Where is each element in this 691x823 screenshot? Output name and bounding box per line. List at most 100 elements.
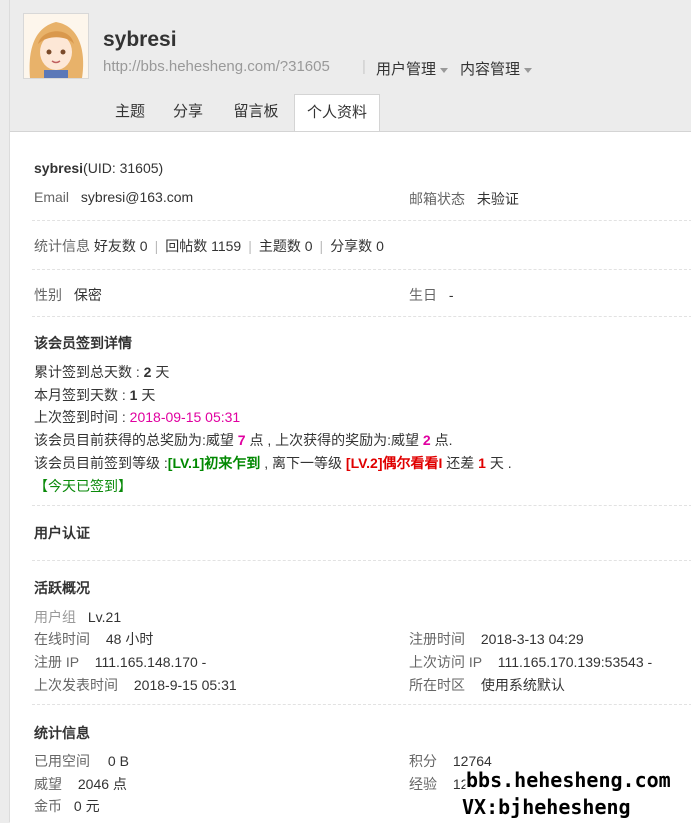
avatar[interactable] xyxy=(23,13,89,79)
prestige-value: 2046 点 xyxy=(77,776,127,792)
timezone-label: 所在时区 xyxy=(409,677,465,693)
mail-status-label: 邮箱状态 xyxy=(409,191,465,207)
reward-last-label: 点 , 上次获得的奖励为:威望 xyxy=(245,432,423,448)
user-management-menu[interactable]: 用户管理 xyxy=(376,58,449,79)
last-visit-value: 111.165.170.139:53543 - xyxy=(497,654,653,670)
reg-time-row: 注册时间 2018-3-13 04:29 xyxy=(409,629,584,649)
online-time-label: 在线时间 xyxy=(34,631,90,647)
last-visit-row: 上次访问 IP 111.165.170.139:53543 - xyxy=(409,652,652,672)
activity-title: 活跃概况 xyxy=(34,580,90,596)
online-time-row: 在线时间 48 小时 xyxy=(34,629,153,649)
signin-reward-row: 该会员目前获得的总奖励为:威望 7 点 , 上次获得的奖励为:威望 2 点. xyxy=(34,430,453,450)
reward-total-label: 该会员目前获得的总奖励为:威望 xyxy=(34,432,238,448)
usergroup-value[interactable]: Lv.21 xyxy=(88,609,121,625)
space-value: 0 B xyxy=(107,753,129,769)
gender-label: 性别 xyxy=(34,287,62,303)
profile-username: sybresi xyxy=(103,28,177,51)
level-label: 该会员目前签到等级 : xyxy=(34,455,168,471)
content-management-label: 内容管理 xyxy=(460,61,521,78)
gender-value: 保密 xyxy=(73,287,102,303)
divider xyxy=(32,505,691,506)
reg-ip-row: 注册 IP 111.165.148.170 - xyxy=(34,652,206,672)
profile-name-line: sybresi(UID: 31605) xyxy=(34,160,163,176)
space-row: 已用空间 0 B xyxy=(34,751,129,771)
reward-unit: 点. xyxy=(430,432,453,448)
mail-status-row: 邮箱状态 未验证 xyxy=(409,189,519,209)
divider xyxy=(32,560,691,561)
coins-row: 金币 0 元 xyxy=(34,796,100,816)
left-border xyxy=(0,0,10,822)
signin-month-row: 本月签到天数 : 1 天 xyxy=(34,385,155,405)
reward-last: 2 xyxy=(422,432,431,448)
friends-count[interactable]: 好友数 0 xyxy=(94,238,148,254)
profile-name: sybresi xyxy=(34,160,84,176)
coins-label: 金币 xyxy=(34,798,62,814)
level-gap-label: 还差 xyxy=(442,455,479,471)
statistics-title: 统计信息 xyxy=(34,725,90,741)
signin-last-time: 2018-09-15 05:31 xyxy=(129,409,241,425)
email-label: Email xyxy=(34,189,70,205)
profile-url[interactable]: http://bbs.hehesheng.com/?31605 xyxy=(103,58,330,75)
timezone-value: 使用系统默认 xyxy=(480,677,565,693)
signin-total-unit: 天 xyxy=(151,364,170,380)
reg-ip-label: 注册 IP xyxy=(34,654,79,670)
last-post-row: 上次发表时间 2018-9-15 05:31 xyxy=(34,675,237,695)
tab-guestbook[interactable]: 留言板 xyxy=(220,94,292,130)
birthday-row: 生日 - xyxy=(409,285,454,305)
topics-count[interactable]: 主题数 0 xyxy=(259,238,313,254)
reg-time-value: 2018-3-13 04:29 xyxy=(480,631,584,647)
stats-row: 统计信息 好友数 0 | 回帖数 1159 | 主题数 0 | 分享数 0 xyxy=(34,238,384,254)
watermark-wechat: VX:bjhehesheng xyxy=(462,795,631,819)
profile-uid: (UID: 31605) xyxy=(83,160,164,176)
content-management-menu[interactable]: 内容管理 xyxy=(460,58,533,79)
reg-time-label: 注册时间 xyxy=(409,631,465,647)
tab-shares[interactable]: 分享 xyxy=(160,94,216,130)
space-label: 已用空间 xyxy=(34,753,90,769)
level-next-label: , 离下一等级 xyxy=(260,455,346,471)
tab-topics[interactable]: 主题 xyxy=(102,94,158,130)
signin-month-unit: 天 xyxy=(137,387,156,403)
watermark-site: bbs.hehesheng.com xyxy=(466,768,671,792)
reg-ip-value: 111.165.148.170 - xyxy=(94,654,207,670)
timezone-row: 所在时区 使用系统默认 xyxy=(409,675,565,695)
birthday-value: - xyxy=(448,287,454,303)
avatar-image-icon xyxy=(24,14,88,78)
profile-panel: sybresi(UID: 31605) Email sybresi@163.co… xyxy=(10,131,691,823)
prestige-label: 威望 xyxy=(34,776,62,792)
level-gap: 1 xyxy=(478,455,486,471)
signin-total-row: 累计签到总天数 : 2 天 xyxy=(34,362,169,382)
usergroup-row: 用户组 Lv.21 xyxy=(34,607,121,627)
tab-profile[interactable]: 个人资料 xyxy=(294,94,380,133)
points-value: 12764 xyxy=(452,753,492,769)
last-visit-label: 上次访问 IP xyxy=(409,654,482,670)
level-gap-unit: 天 . xyxy=(485,455,512,471)
signin-month-label: 本月签到天数 : xyxy=(34,387,130,403)
header-separator: | xyxy=(362,58,366,75)
online-time-value: 48 小时 xyxy=(105,631,154,647)
divider xyxy=(32,269,691,270)
auth-title: 用户认证 xyxy=(34,525,90,541)
stats-label: 统计信息 xyxy=(34,238,90,254)
divider xyxy=(32,220,691,221)
chevron-down-icon xyxy=(440,67,449,73)
user-management-label: 用户管理 xyxy=(376,61,437,78)
prestige-row: 威望 2046 点 xyxy=(34,774,127,794)
level-current: [LV.1]初来乍到 xyxy=(167,455,261,471)
last-post-value: 2018-9-15 05:31 xyxy=(133,677,237,693)
gender-row: 性别 保密 xyxy=(34,285,102,305)
signin-last-label: 上次签到时间 : xyxy=(34,409,130,425)
reward-total: 7 xyxy=(237,432,246,448)
profile-header: sybresi http://bbs.hehesheng.com/?31605 … xyxy=(0,0,691,133)
chevron-down-icon xyxy=(524,67,533,73)
birthday-label: 生日 xyxy=(409,287,437,303)
today-signed-button[interactable]: 【今天已签到】 xyxy=(34,476,132,496)
replies-count[interactable]: 回帖数 1159 xyxy=(165,238,241,254)
usergroup-label: 用户组 xyxy=(34,609,76,625)
points-label: 积分 xyxy=(409,753,437,769)
divider xyxy=(32,704,691,705)
coins-value: 0 元 xyxy=(73,798,100,814)
signin-level-row: 该会员目前签到等级 :[LV.1]初来乍到 , 离下一等级 [LV.2]偶尔看看… xyxy=(34,453,512,473)
shares-count[interactable]: 分享数 0 xyxy=(330,238,384,254)
signin-title: 该会员签到详情 xyxy=(34,335,132,351)
signin-total-label: 累计签到总天数 : xyxy=(34,364,144,380)
